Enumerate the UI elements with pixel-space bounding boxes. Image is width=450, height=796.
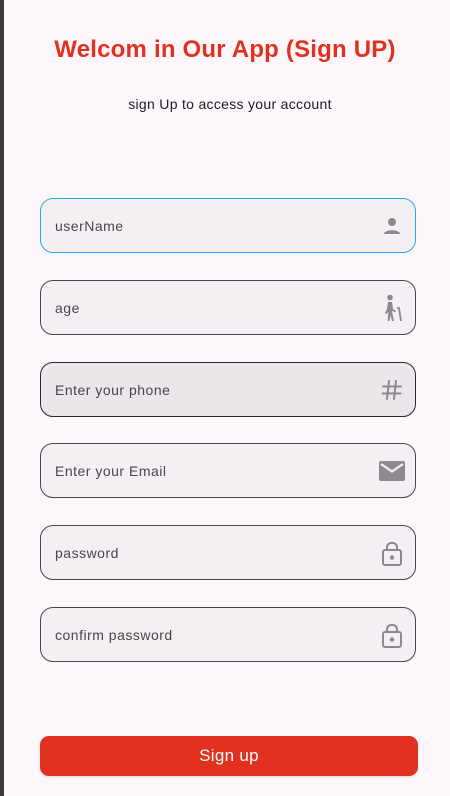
email-input[interactable] [41,444,375,497]
window-edge [0,0,4,796]
confirm-password-input[interactable] [41,608,375,661]
phone-input[interactable] [41,363,375,416]
email-field[interactable] [40,443,416,498]
password-input[interactable] [41,526,375,579]
password-field[interactable] [40,525,416,580]
email-icon [379,458,405,484]
hashtag-icon [379,377,405,403]
page-title: Welcom in Our App (Sign UP) [54,36,396,63]
username-field[interactable] [40,198,416,253]
age-field[interactable] [40,280,416,335]
age-input[interactable] [41,281,375,334]
lock-icon [379,622,405,648]
page-subtitle: sign Up to access your account [128,96,332,112]
confirm-password-field[interactable] [40,607,416,662]
lock-icon [379,540,405,566]
person-icon [379,213,405,239]
sign-up-button[interactable]: Sign up [40,736,418,776]
elderly-walker-icon [379,294,405,322]
phone-field[interactable] [40,362,416,417]
username-input[interactable] [41,199,375,252]
